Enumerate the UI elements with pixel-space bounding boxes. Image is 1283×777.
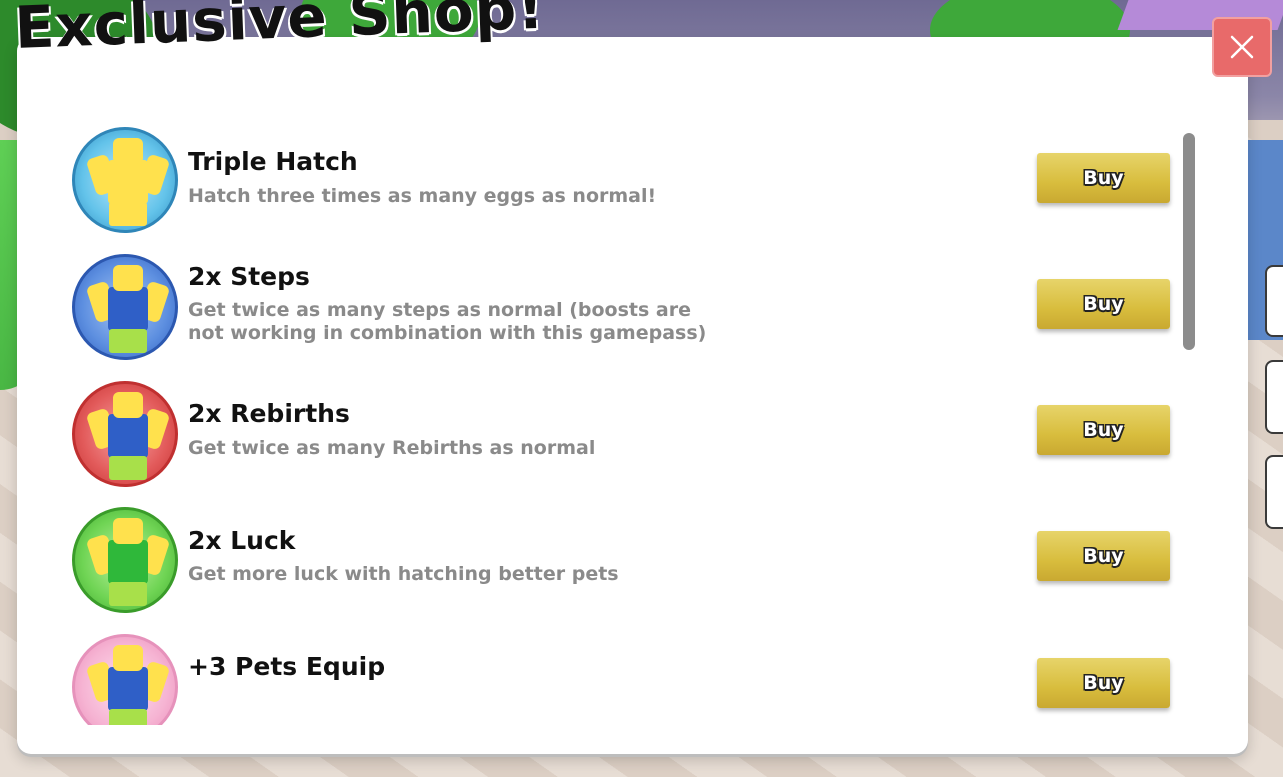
close-button[interactable]: [1212, 17, 1272, 77]
scrollbar-thumb[interactable]: [1183, 133, 1195, 350]
scrollbar[interactable]: [1183, 133, 1195, 353]
side-menu-button[interactable]: [1265, 265, 1283, 337]
buy-button-2x-rebirths[interactable]: Buy: [1037, 405, 1170, 455]
3-pets-equip-badge-icon: [72, 634, 178, 725]
item-name: Triple Hatch: [188, 147, 358, 176]
shop-item-3-pets-equip: +3 Pets Equip Buy: [72, 634, 1192, 725]
buy-label: Buy: [1083, 293, 1124, 315]
shop-item-2x-luck: 2x Luck Get more luck with hatching bett…: [72, 507, 1192, 619]
item-name: 2x Rebirths: [188, 399, 350, 428]
shop-item-triple-hatch: Triple Hatch Hatch three times as many e…: [72, 127, 1192, 239]
item-name: 2x Luck: [188, 526, 296, 555]
shop-item-list[interactable]: Triple Hatch Hatch three times as many e…: [72, 125, 1202, 725]
item-description: Hatch three times as many eggs as normal…: [188, 185, 657, 207]
buy-button-2x-steps[interactable]: Buy: [1037, 279, 1170, 329]
side-menu-button[interactable]: [1265, 360, 1283, 434]
item-description: Get twice as many steps as normal (boost…: [188, 299, 707, 344]
close-icon: [1230, 35, 1254, 59]
buy-button-3-pets-equip[interactable]: Buy: [1037, 658, 1170, 708]
buy-button-2x-luck[interactable]: Buy: [1037, 531, 1170, 581]
2x-luck-badge-icon: [72, 507, 178, 613]
item-name: 2x Steps: [188, 262, 310, 291]
shop-item-2x-rebirths: 2x Rebirths Get twice as many Rebirths a…: [72, 381, 1192, 493]
buy-button-triple-hatch[interactable]: Buy: [1037, 153, 1170, 203]
buy-label: Buy: [1083, 167, 1124, 189]
item-name: +3 Pets Equip: [188, 652, 386, 681]
triple-hatch-badge-icon: [72, 127, 178, 233]
item-description: Get twice as many Rebirths as normal: [188, 437, 596, 459]
2x-steps-badge-icon: [72, 254, 178, 360]
buy-label: Buy: [1083, 545, 1124, 567]
item-description: Get more luck with hatching better pets: [188, 563, 619, 585]
shop-item-2x-steps: 2x Steps Get twice as many steps as norm…: [72, 254, 1192, 366]
buy-label: Buy: [1083, 419, 1124, 441]
buy-label: Buy: [1083, 672, 1124, 694]
2x-rebirths-badge-icon: [72, 381, 178, 487]
side-menu-button[interactable]: [1265, 455, 1283, 529]
shop-modal: Triple Hatch Hatch three times as many e…: [17, 37, 1248, 754]
